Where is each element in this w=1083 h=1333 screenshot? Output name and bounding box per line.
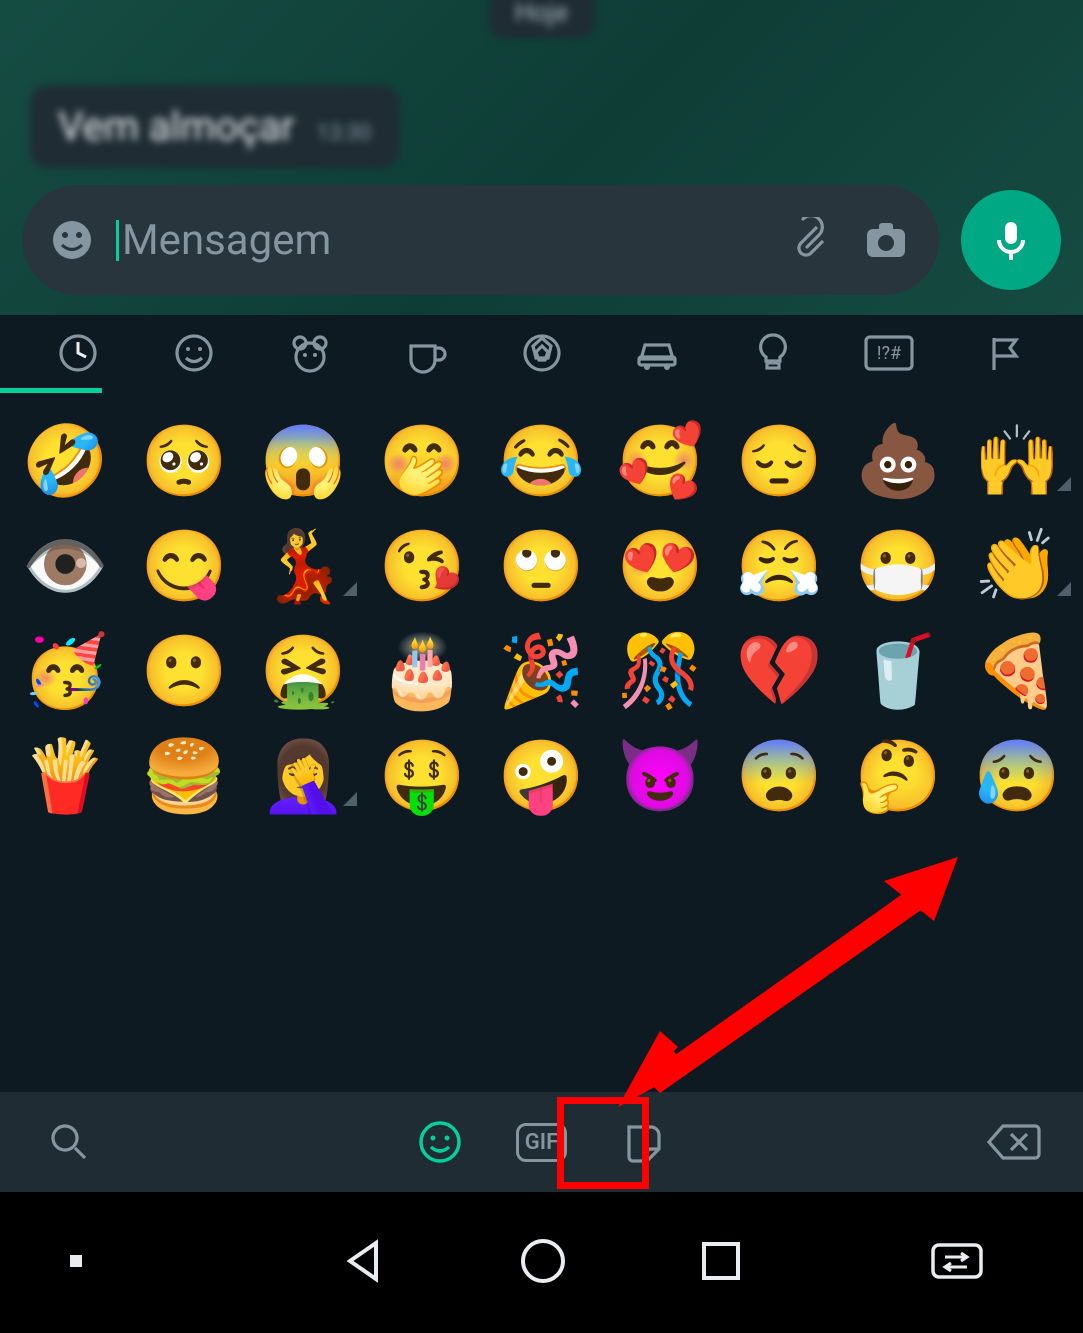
emoji-cell[interactable]: 😋	[125, 532, 244, 602]
smiley-icon	[417, 1119, 463, 1165]
emoji-cell[interactable]: 🍔	[125, 742, 244, 812]
emoji-cell[interactable]: 🥤	[839, 637, 958, 707]
message-input-container: Mensagem	[22, 185, 939, 295]
message-input[interactable]: Mensagem	[122, 216, 759, 265]
emoji-cell[interactable]: 🍟	[6, 742, 125, 812]
smiley-icon	[173, 332, 215, 374]
category-symbols[interactable]: !?#	[831, 315, 947, 391]
bear-icon	[288, 331, 332, 375]
category-travel[interactable]	[599, 315, 715, 391]
message-time: 13:30	[316, 121, 371, 146]
emoji-cell[interactable]: 🎉	[482, 637, 601, 707]
composer-row: Mensagem	[22, 185, 1061, 295]
mic-button[interactable]	[961, 190, 1061, 290]
emoji-cell[interactable]: 🤪	[482, 742, 601, 812]
category-flags[interactable]	[947, 315, 1063, 391]
category-recent[interactable]	[20, 315, 136, 391]
date-badge: Hoje	[489, 0, 594, 38]
emoji-cell[interactable]: 🙄	[482, 532, 601, 602]
emoji-cell[interactable]: 🥺	[125, 427, 244, 497]
nav-back[interactable]	[340, 1237, 388, 1289]
emoji-cell[interactable]: 🙌	[958, 427, 1077, 497]
svg-text:!?#: !?#	[877, 343, 901, 364]
symbols-icon: !?#	[864, 335, 914, 371]
emoji-cell[interactable]: 😔	[720, 427, 839, 497]
message-text: Vem almoçar	[58, 103, 294, 150]
android-nav-bar	[0, 1192, 1083, 1333]
search-icon	[47, 1120, 91, 1164]
emoji-cell[interactable]: 🥳	[6, 637, 125, 707]
emoji-cell[interactable]: 💩	[839, 427, 958, 497]
emoji-cell[interactable]: 🤦‍♀️	[244, 742, 363, 812]
tab-emoji[interactable]	[407, 1109, 473, 1175]
emoji-cell[interactable]: 💃	[244, 532, 363, 602]
emoji-cell[interactable]: 😘	[363, 532, 482, 602]
camera-icon[interactable]	[861, 215, 911, 265]
nav-minimize[interactable]	[66, 1251, 86, 1275]
category-objects[interactable]	[715, 315, 831, 391]
backspace-icon	[987, 1122, 1041, 1162]
emoji-cell[interactable]: 🤭	[363, 427, 482, 497]
mic-icon	[989, 218, 1033, 262]
backspace-button[interactable]	[981, 1109, 1047, 1175]
emoji-category-row: !?#	[0, 315, 1083, 395]
emoji-cell[interactable]: 😱	[244, 427, 363, 497]
emoji-cell[interactable]: 😰	[958, 742, 1077, 812]
emoji-cell[interactable]: 😈	[601, 742, 720, 812]
emoji-cell[interactable]: 👏	[958, 532, 1077, 602]
annotation-arrow	[618, 857, 958, 1107]
emoji-cell[interactable]: 😍	[601, 532, 720, 602]
category-activity[interactable]	[484, 315, 600, 391]
incoming-message[interactable]: Vem almoçar 13:30	[30, 85, 399, 168]
cup-icon	[403, 330, 449, 376]
emoji-cell[interactable]: 🎊	[601, 637, 720, 707]
emoji-cell[interactable]: 🎂	[363, 637, 482, 707]
emoji-cell[interactable]: 😤	[720, 532, 839, 602]
emoji-cell[interactable]: 🤔	[839, 742, 958, 812]
category-smileys[interactable]	[136, 315, 252, 391]
flag-icon	[984, 332, 1026, 374]
emoji-cell[interactable]: 😨	[720, 742, 839, 812]
nav-switch[interactable]	[927, 1239, 987, 1287]
emoji-search-button[interactable]	[36, 1109, 102, 1175]
soccer-icon	[521, 332, 563, 374]
car-icon	[633, 329, 681, 377]
nav-home[interactable]	[518, 1236, 568, 1290]
category-animals[interactable]	[252, 315, 368, 391]
clock-icon	[57, 332, 99, 374]
emoji-cell[interactable]: 🤮	[244, 637, 363, 707]
emoji-cell[interactable]: 💔	[720, 637, 839, 707]
emoji-cell[interactable]: 🙁	[125, 637, 244, 707]
emoji-cell[interactable]: 😷	[839, 532, 958, 602]
emoji-cell[interactable]: 🥰	[601, 427, 720, 497]
nav-recent[interactable]	[698, 1238, 744, 1288]
emoji-icon[interactable]	[50, 218, 94, 262]
emoji-cell[interactable]: 👁️	[6, 532, 125, 602]
lightbulb-icon	[753, 331, 793, 375]
picker-bottom-row: GIF	[0, 1092, 1083, 1192]
emoji-cell[interactable]: 🤣	[6, 427, 125, 497]
annotation-box	[557, 1097, 649, 1189]
category-food[interactable]	[368, 315, 484, 391]
emoji-cell[interactable]: 😂	[482, 427, 601, 497]
emoji-cell[interactable]: 🍕	[958, 637, 1077, 707]
paperclip-icon[interactable]	[787, 217, 833, 263]
emoji-cell[interactable]: 🤑	[363, 742, 482, 812]
